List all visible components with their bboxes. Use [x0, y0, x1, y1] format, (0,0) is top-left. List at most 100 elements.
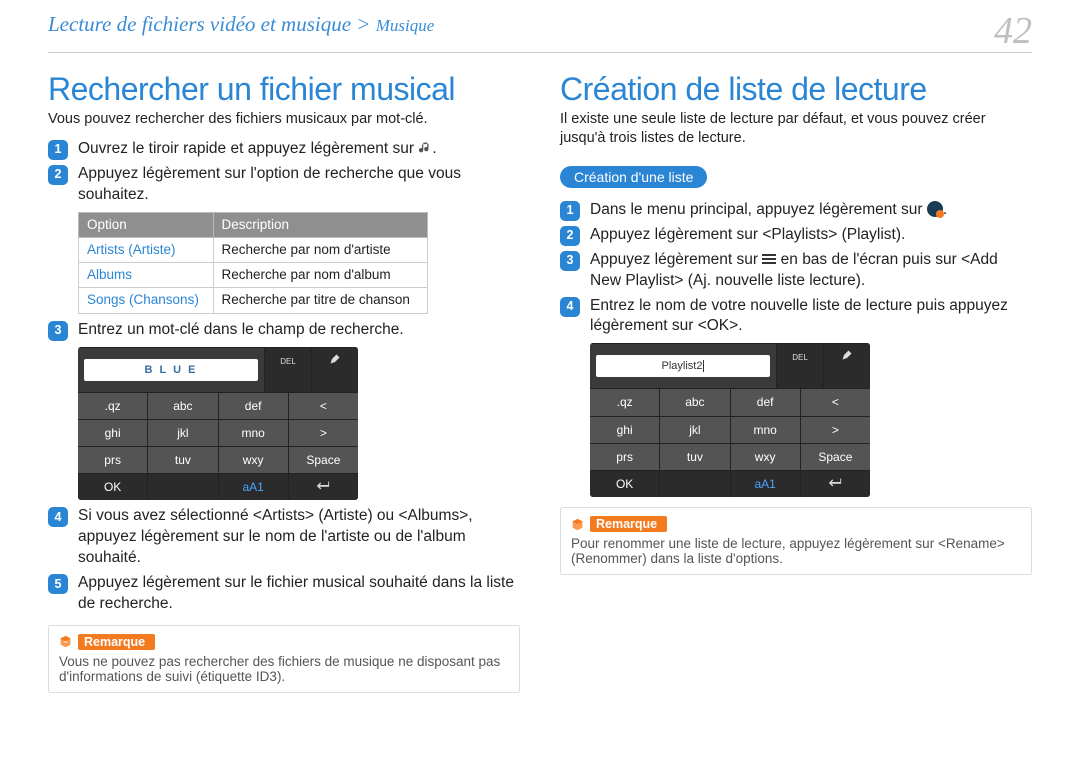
keypad-key: wxy — [219, 447, 289, 473]
keypad-input-value: Playlist2 — [596, 355, 770, 377]
options-table: Option Description Artists (Artiste) Rec… — [78, 212, 428, 314]
note-cube-icon — [59, 635, 72, 648]
table-row: Songs (Chansons) Recherche par titre de … — [79, 288, 428, 313]
keypad-row: .qz abc def < — [590, 388, 870, 415]
right-step-4-text: Entrez le nom de votre nouvelle liste de… — [590, 296, 1032, 338]
step-number-2: 2 — [48, 165, 68, 185]
left-column: Rechercher un fichier musical Vous pouve… — [48, 65, 520, 693]
keypad-ok-key: OK — [78, 474, 148, 500]
keypad-key: mno — [731, 417, 801, 443]
right-lead: Il existe une seule liste de lecture par… — [560, 110, 1032, 148]
right-note-body: Pour renommer une liste de lecture, appu… — [571, 536, 1021, 566]
page: Lecture de fichiers vidéo et musique > M… — [0, 0, 1080, 762]
keypad-key: abc — [148, 393, 218, 419]
step-number-5: 5 — [48, 574, 68, 594]
note-cube-icon — [571, 518, 584, 531]
right-note-box: Remarque Pour renommer une liste de lect… — [560, 507, 1032, 575]
left-step-1-body: Ouvrez le tiroir rapide et appuyez légèr… — [78, 139, 520, 160]
keypad-key — [148, 474, 218, 500]
keypad-key: wxy — [731, 444, 801, 470]
note-head: Remarque — [59, 634, 509, 650]
left-step-2: 2 Appuyez légèrement sur l'option de rec… — [48, 164, 520, 206]
keypad-key: tuv — [148, 447, 218, 473]
keypad-screenshot-left: B L U E DEL .qz abc def < ghi jkl mno — [78, 347, 358, 501]
option-artists: Artists (Artiste) — [79, 237, 214, 262]
breadcrumb-section: Musique — [376, 16, 435, 35]
right-step-1-text-a: Dans le menu principal, appuyez légèreme… — [590, 201, 927, 218]
keypad-key: .qz — [78, 393, 148, 419]
step-number-3: 3 — [560, 251, 580, 271]
table-head-option: Option — [79, 212, 214, 237]
option-albums: Albums — [79, 263, 214, 288]
music-note-icon — [418, 141, 432, 155]
keypad-key — [660, 471, 730, 497]
option-songs: Songs (Chansons) — [79, 288, 214, 313]
keypad-mode-key: aA1 — [219, 474, 289, 500]
left-step-4-text: Si vous avez sélectionné <Artists> (Arti… — [78, 506, 520, 569]
keypad-key: mno — [219, 420, 289, 446]
hamburger-icon — [762, 252, 776, 266]
keypad-row: ghi jkl mno > — [590, 416, 870, 443]
right-steps: 1 Dans le menu principal, appuyez légère… — [560, 200, 1032, 497]
keypad-input: B L U E — [78, 348, 265, 392]
table-head-description: Description — [213, 212, 427, 237]
left-step-1: 1 Ouvrez le tiroir rapide et appuyez lég… — [48, 139, 520, 160]
keypad-row: ghi jkl mno > — [78, 419, 358, 446]
keypad-key: .qz — [590, 389, 660, 415]
desc-artists: Recherche par nom d'artiste — [213, 237, 427, 262]
right-column: Création de liste de lecture Il existe u… — [560, 65, 1032, 693]
keypad-row: prs tuv wxy Space — [590, 443, 870, 470]
keypad-edit-icon — [312, 348, 358, 392]
left-step-5-text: Appuyez légèrement sur le fichier musica… — [78, 573, 520, 615]
step-number-1: 1 — [560, 201, 580, 221]
desc-songs: Recherche par titre de chanson — [213, 288, 427, 313]
keypad-key: def — [219, 393, 289, 419]
step-number-1: 1 — [48, 140, 68, 160]
keypad-key: prs — [590, 444, 660, 470]
right-step-4: 4 Entrez le nom de votre nouvelle liste … — [560, 296, 1032, 338]
breadcrumb-main: Lecture de fichiers vidéo et musique > — [48, 12, 376, 36]
left-steps: 1 Ouvrez le tiroir rapide et appuyez lég… — [48, 139, 520, 615]
left-step-1-tail: . — [432, 140, 436, 157]
step-number-4: 4 — [560, 297, 580, 317]
left-step-3: 3 Entrez un mot-clé dans le champ de rec… — [48, 320, 520, 341]
keypad-return-icon — [801, 471, 870, 497]
left-note-box: Remarque Vous ne pouvez pas rechercher d… — [48, 625, 520, 693]
keypad-key: Space — [801, 444, 870, 470]
note-badge: Remarque — [590, 516, 667, 532]
playlist-app-icon — [927, 201, 943, 217]
left-step-3-text: Entrez un mot-clé dans le champ de reche… — [78, 320, 520, 341]
right-step-2: 2 Appuyez légèrement sur <Playlists> (Pl… — [560, 225, 1032, 246]
keypad-edit-icon — [824, 344, 870, 388]
note-head: Remarque — [571, 516, 1021, 532]
step-number-2: 2 — [560, 226, 580, 246]
keypad-mode-key: aA1 — [731, 471, 801, 497]
right-step-3-body: Appuyez légèrement sur en bas de l'écran… — [590, 250, 1032, 292]
keypad-ok-key: OK — [590, 471, 660, 497]
keypad-key: > — [801, 417, 870, 443]
keypad-input-value: B L U E — [84, 359, 258, 381]
section-pill: Création d'une liste — [560, 166, 707, 188]
note-badge: Remarque — [78, 634, 155, 650]
table-row: Albums Recherche par nom d'album — [79, 263, 428, 288]
table-row: Artists (Artiste) Recherche par nom d'ar… — [79, 237, 428, 262]
keypad-key: ghi — [590, 417, 660, 443]
left-lead: Vous pouvez rechercher des fichiers musi… — [48, 110, 520, 129]
keypad-input: Playlist2 — [590, 344, 777, 388]
content-columns: Rechercher un fichier musical Vous pouve… — [48, 65, 1032, 693]
top-bar: Lecture de fichiers vidéo et musique > M… — [48, 12, 1032, 53]
keypad-key: > — [289, 420, 358, 446]
left-step-5: 5 Appuyez légèrement sur le fichier musi… — [48, 573, 520, 615]
right-step-3-text-a: Appuyez légèrement sur — [590, 251, 762, 268]
keypad-key: < — [289, 393, 358, 419]
table-header-row: Option Description — [79, 212, 428, 237]
keypad-key: def — [731, 389, 801, 415]
keypad-top-row: B L U E DEL — [78, 347, 358, 392]
keypad-row: OK aA1 — [590, 470, 870, 497]
breadcrumb: Lecture de fichiers vidéo et musique > M… — [48, 12, 434, 37]
left-step-4: 4 Si vous avez sélectionné <Artists> (Ar… — [48, 506, 520, 569]
right-step-3: 3 Appuyez légèrement sur en bas de l'écr… — [560, 250, 1032, 292]
keypad-row: .qz abc def < — [78, 392, 358, 419]
keypad-key: < — [801, 389, 870, 415]
keypad-key: jkl — [660, 417, 730, 443]
